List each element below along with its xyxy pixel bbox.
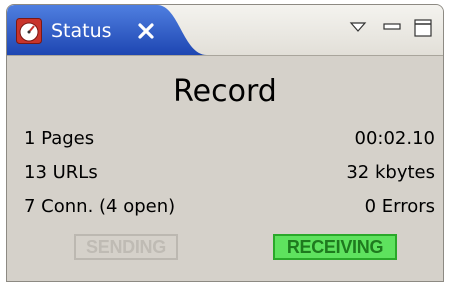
errors-count: 0 Errors (364, 196, 435, 217)
pages-count: 1 Pages (24, 128, 95, 149)
maximize-icon[interactable] (412, 17, 434, 39)
tab-status[interactable]: Status (7, 5, 207, 55)
speedometer-icon (16, 18, 42, 44)
close-icon[interactable] (136, 21, 156, 41)
sending-indicator: SENDING (74, 234, 178, 260)
urls-count: 13 URLs (24, 162, 98, 183)
view-tab-bar: Status (7, 5, 443, 56)
receiving-indicator: RECEIVING (273, 234, 397, 260)
minimize-icon[interactable] (381, 17, 403, 39)
connections-count: 7 Conn. (4 open) (24, 196, 176, 217)
transfer-size: 32 kbytes (346, 162, 435, 183)
record-title: Record (173, 74, 277, 109)
status-view: Status Record 1 Pages 00:02.10 13 URLs 3… (6, 4, 444, 282)
tab-label: Status (51, 20, 112, 42)
view-menu-icon[interactable] (347, 17, 369, 39)
status-panel: Record 1 Pages 00:02.10 13 URLs 32 kbyte… (7, 56, 443, 281)
elapsed-time: 00:02.10 (354, 128, 436, 149)
